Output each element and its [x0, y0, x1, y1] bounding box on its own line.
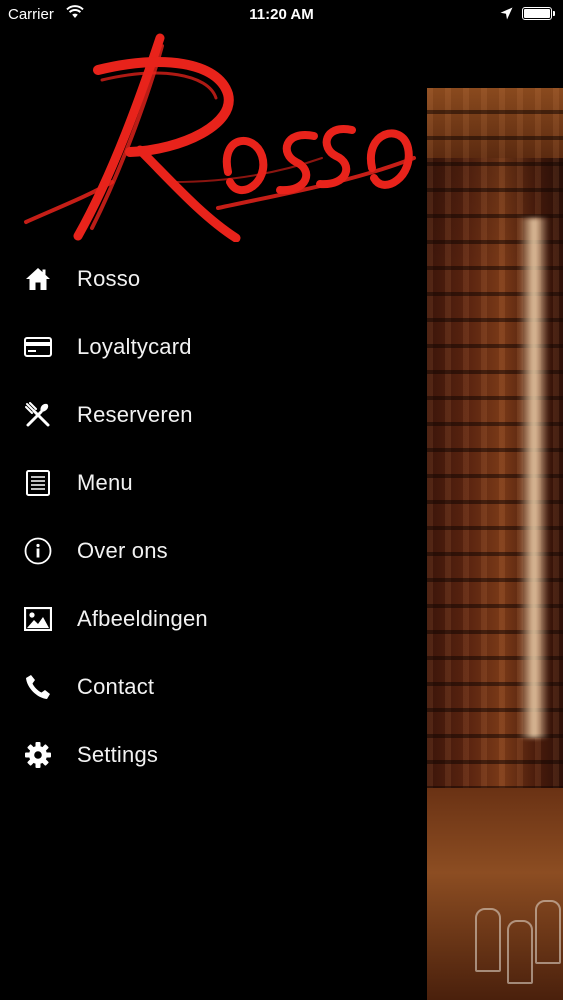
nav-item-label: Reserveren — [77, 402, 193, 427]
nav-item-label: Loyaltycard — [77, 334, 192, 359]
image-icon — [23, 604, 53, 634]
nav-item-contact[interactable]: Contact — [0, 653, 427, 721]
restaurant-background-image[interactable] — [427, 88, 563, 1000]
nav-item-afbeeldingen[interactable]: Afbeeldingen — [0, 585, 427, 653]
light-column — [519, 218, 549, 738]
wine-glass — [507, 920, 533, 984]
wine-glass — [475, 908, 501, 972]
side-drawer: Rosso Loyaltycard Reserveren Menu Over o… — [0, 0, 427, 1000]
info-icon — [23, 536, 53, 566]
phone-icon — [23, 672, 53, 702]
nav-item-reserveren[interactable]: Reserveren — [0, 381, 427, 449]
nav-item-label: Settings — [77, 742, 159, 767]
nav-item-settings[interactable]: Settings — [0, 721, 427, 789]
nav-item-label: Menu — [77, 470, 133, 495]
nav-item-label: Rosso — [77, 266, 141, 291]
clock: 11:20 AM — [249, 6, 314, 23]
nav-item-label: Over ons — [77, 538, 168, 563]
menu-list-icon — [23, 468, 53, 498]
nav-item-over-ons[interactable]: Over ons — [0, 517, 427, 585]
credit-card-icon — [23, 332, 53, 362]
app-screen: Carrier 11:20 AM Rosso Loyaltycard Reser… — [0, 0, 563, 1000]
wine-glass — [535, 900, 561, 964]
rosso-logo[interactable] — [22, 32, 417, 243]
status-bar: Carrier 11:20 AM — [0, 0, 563, 30]
battery-icon — [522, 7, 555, 20]
nav-menu: Rosso Loyaltycard Reserveren Menu Over o… — [0, 245, 427, 789]
location-arrow-icon — [500, 7, 513, 24]
nav-item-menu[interactable]: Menu — [0, 449, 427, 517]
gear-icon — [23, 740, 53, 770]
nav-item-label: Afbeeldingen — [77, 606, 208, 631]
nav-item-rosso[interactable]: Rosso — [0, 245, 427, 313]
nav-item-label: Contact — [77, 674, 155, 699]
nav-item-loyaltycard[interactable]: Loyaltycard — [0, 313, 427, 381]
utensils-icon — [23, 400, 53, 430]
home-icon — [23, 264, 53, 294]
